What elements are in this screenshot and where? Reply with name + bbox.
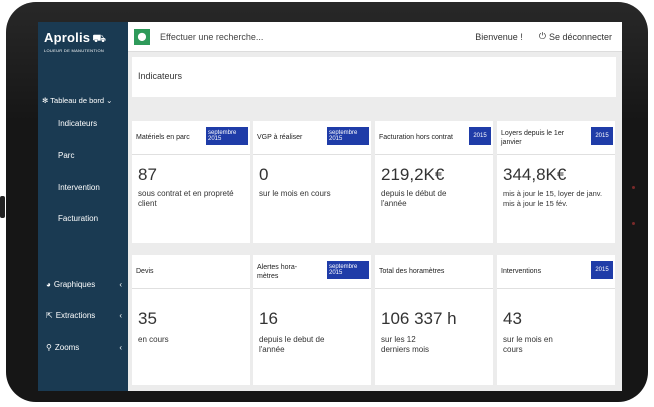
kpi-card-materiels[interactable]: Matériels en parc septembre 2015 87 sous… — [132, 121, 250, 243]
sidebar-item-label: Facturation — [58, 213, 99, 223]
page-title-panel: Indicateurs — [132, 57, 616, 97]
chevron-left-icon: ‹ — [119, 279, 122, 289]
page-title: Indicateurs — [138, 71, 183, 81]
sidebar-item-parc[interactable]: Parc — [58, 148, 74, 162]
tablet-sensor-dot — [632, 222, 635, 225]
power-icon: ⏻ — [538, 31, 546, 41]
tablet-sensor-dot — [632, 186, 635, 189]
card-description: sur les 12 derniers mois — [381, 335, 430, 354]
period-badge: 2015 — [591, 261, 613, 279]
card-value: 344,8K€ — [503, 165, 567, 184]
sidebar-item-indicateurs[interactable]: Indicateurs — [58, 116, 97, 130]
sidebar: Aprolis ⛟ LOUEUR DE MANUTENTION ✻ Tableau… — [38, 22, 128, 391]
card-description: mis à jour le 15, loyer de janv. mis à j… — [503, 189, 603, 208]
period-badge: septembre 2015 — [206, 127, 248, 145]
kpi-card-vgp[interactable]: VGP à réaliser septembre 2015 0 sur le m… — [253, 121, 371, 243]
card-value: 43 — [503, 309, 522, 328]
kpi-card-interventions[interactable]: Interventions 2015 43 sur le mois en cou… — [497, 255, 615, 385]
search-input[interactable]: Effectuer une recherche... — [160, 32, 475, 42]
kpi-card-loyers[interactable]: Loyers depuis le 1er janvier 2015 344,8K… — [497, 121, 615, 243]
sidebar-group-graphiques[interactable]: ◕ Graphiques ‹ — [46, 277, 126, 291]
kpi-card-horametres[interactable]: Total des horamètres 106 337 h sur les 1… — [375, 255, 493, 385]
logout-label: Se déconnecter — [548, 31, 612, 42]
sidebar-group-extractions[interactable]: ⇱ Extractions ‹ — [46, 308, 126, 322]
top-bar: ⬤ Effectuer une recherche... Bienvenue !… — [128, 22, 622, 52]
period-badge: 2015 — [469, 127, 491, 145]
sidebar-item-facturation[interactable]: Facturation — [58, 211, 98, 225]
card-value: 0 — [259, 165, 269, 184]
sidebar-item-label: Indicateurs — [58, 118, 98, 128]
logo-tagline: LOUEUR DE MANUTENTION — [44, 48, 105, 53]
sidebar-section-label: Tableau de bord — [50, 95, 105, 105]
card-title: Loyers depuis le 1er janvier — [501, 129, 565, 146]
welcome-text: Bienvenue ! — [475, 31, 523, 42]
card-description: sous contrat et en propreté client — [138, 189, 234, 208]
card-description: sur le mois en cours — [259, 189, 331, 198]
kpi-card-facturation[interactable]: Facturation hors contrat 2015 219,2K€ de… — [375, 121, 493, 243]
extract-icon: ⇱ — [46, 310, 53, 320]
card-value: 219,2K€ — [381, 165, 445, 184]
card-title: Devis — [136, 268, 154, 275]
card-title: Matériels en parc — [136, 134, 190, 141]
sidebar-group-label: Graphiques — [53, 279, 96, 289]
card-value: 35 — [138, 309, 157, 328]
card-value: 87 — [138, 165, 157, 184]
chevron-left-icon: ‹ — [119, 342, 122, 352]
sidebar-group-label: Zooms — [54, 342, 80, 352]
sidebar-item-intervention[interactable]: Intervention — [58, 180, 100, 194]
magnifier-icon: ⚲ — [46, 342, 52, 352]
card-description: en cours — [138, 335, 169, 344]
tablet-side-button — [0, 196, 5, 218]
card-description: depuis le début de l'année — [381, 189, 447, 208]
sidebar-section-dashboard[interactable]: ✻ Tableau de bord ⌄ — [42, 93, 126, 107]
sidebar-group-label: Extractions — [55, 310, 96, 320]
app-logo[interactable]: Aprolis ⛟ LOUEUR DE MANUTENTION — [38, 22, 128, 66]
period-badge: septembre 2015 — [327, 261, 369, 279]
app-screen: Aprolis ⛟ LOUEUR DE MANUTENTION ✻ Tableau… — [38, 22, 622, 391]
card-title: Total des horamètres — [379, 268, 445, 275]
forklift-icon: ⛟ — [92, 33, 107, 45]
logout-button[interactable]: ⏻ Se déconnecter — [539, 31, 612, 42]
card-description: sur le mois en cours — [503, 335, 553, 354]
period-badge: septembre 2015 — [327, 127, 369, 145]
chevron-left-icon: ‹ — [119, 310, 122, 320]
sidebar-item-label: Intervention — [58, 182, 100, 192]
kpi-card-alertes[interactable]: Alertes hora-mètres septembre 2015 16 de… — [253, 255, 371, 385]
logo-name: Aprolis — [44, 30, 91, 45]
card-title: Alertes hora-mètres — [257, 263, 298, 280]
sidebar-item-label: Parc — [58, 150, 75, 160]
location-pin-icon[interactable]: ⬤ — [134, 28, 150, 45]
sidebar-group-zooms[interactable]: ⚲ Zooms ‹ — [46, 340, 126, 354]
card-description: depuis le debut de l'année — [259, 335, 325, 354]
dashboard-icon: ✻ — [42, 95, 49, 105]
card-value: 16 — [259, 309, 278, 328]
card-value: 106 337 h — [381, 309, 457, 328]
chevron-down-icon: ⌄ — [106, 95, 113, 105]
period-badge: 2015 — [591, 127, 613, 145]
kpi-card-devis[interactable]: Devis 35 en cours — [132, 255, 250, 385]
pie-chart-icon: ◕ — [46, 279, 51, 289]
